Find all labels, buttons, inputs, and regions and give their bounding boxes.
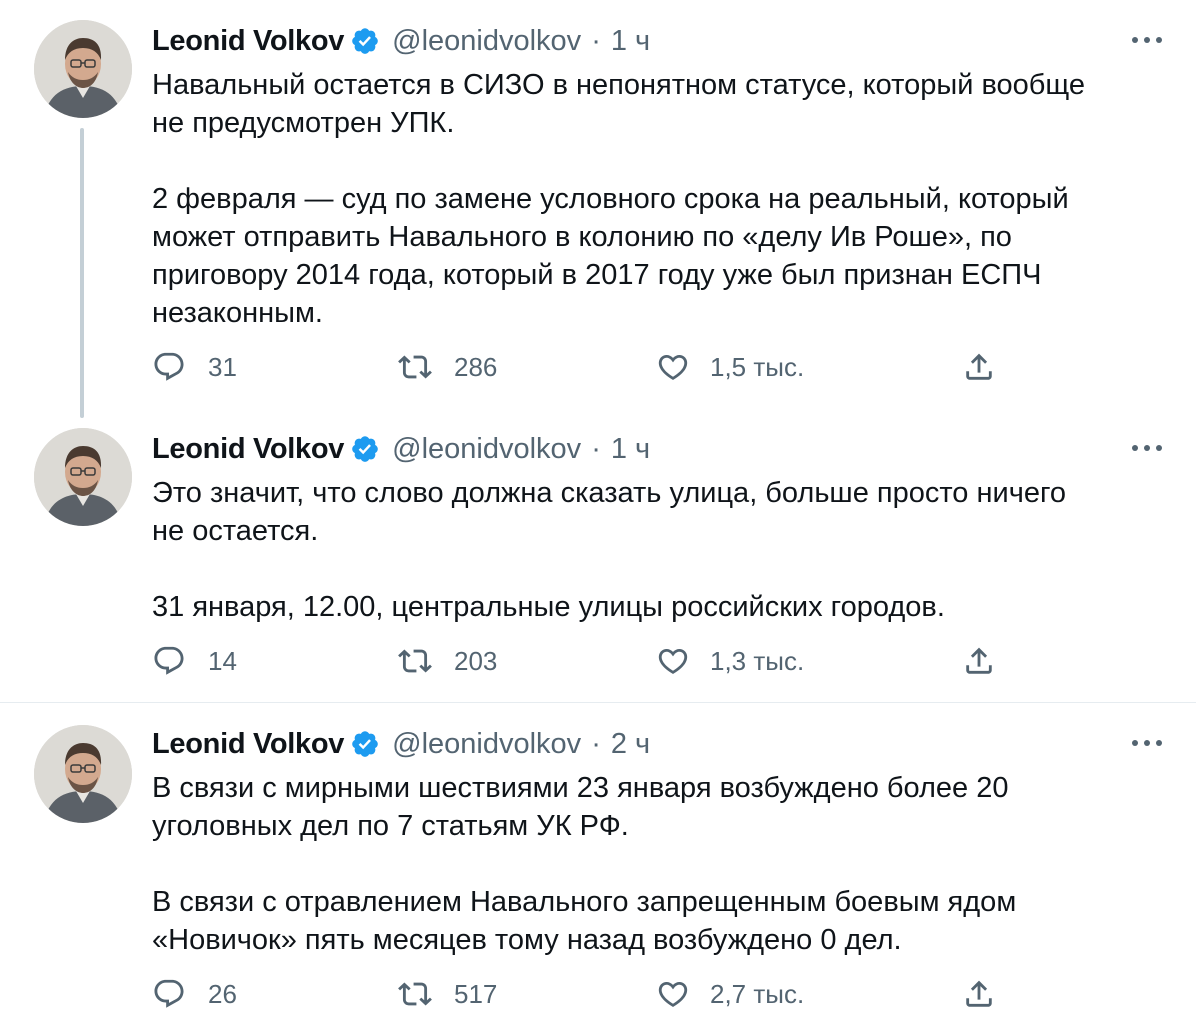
- author-handle[interactable]: @leonidvolkov: [392, 728, 581, 761]
- author-name[interactable]: Leonid Volkov: [152, 433, 344, 466]
- share-button[interactable]: [962, 977, 996, 1011]
- like-count: 1,5 тыс.: [710, 351, 805, 382]
- tweet-actions: 26 517 2,7 тыс.: [152, 977, 1012, 1017]
- separator-dot: ·: [591, 432, 601, 465]
- retweet-count: 286: [454, 351, 498, 382]
- like-count: 2,7 тыс.: [710, 978, 805, 1009]
- timestamp[interactable]: 1 ч: [611, 433, 650, 466]
- like-button[interactable]: 1,3 тыс.: [656, 644, 804, 678]
- retweet-count: 517: [454, 978, 498, 1009]
- like-button[interactable]: 1,5 тыс.: [656, 350, 804, 384]
- reply-count: 31: [208, 351, 237, 382]
- more-icon[interactable]: [1132, 34, 1162, 46]
- avatar-photo: [34, 428, 132, 526]
- share-button[interactable]: [962, 350, 996, 384]
- like-icon: [658, 981, 688, 1007]
- reply-button[interactable]: 14: [152, 644, 237, 678]
- author-handle[interactable]: @leonidvolkov: [392, 433, 581, 466]
- retweet-icon: [398, 355, 432, 379]
- retweet-button[interactable]: 286: [398, 350, 497, 384]
- retweet-icon: [398, 649, 432, 673]
- reply-icon: [154, 646, 184, 675]
- retweet-button[interactable]: 203: [398, 644, 497, 678]
- separator-dot: ·: [591, 727, 601, 760]
- tweet-text: Это значит, что слово должна сказать ули…: [152, 477, 1067, 623]
- avatar-photo: [34, 725, 132, 823]
- retweet-count: 203: [454, 645, 498, 676]
- like-icon: [658, 354, 688, 380]
- author-name[interactable]: Leonid Volkov: [152, 728, 344, 761]
- tweet-text: Навальный остается в СИЗО в непонятном с…: [152, 69, 1086, 329]
- timestamp[interactable]: 2 ч: [611, 728, 650, 761]
- share-icon: [966, 647, 992, 674]
- tweet-actions: 14 203 1,3 тыс.: [152, 644, 1012, 684]
- reply-icon: [154, 352, 184, 381]
- separator-dot: ·: [591, 24, 601, 57]
- tweet-2[interactable]: Leonid Volkov @leonidvolkov · 1 ч Это зн…: [0, 410, 1196, 702]
- retweet-icon: [398, 982, 432, 1006]
- tweet-3[interactable]: Leonid Volkov @leonidvolkov · 2 ч В связ…: [0, 703, 1196, 1032]
- avatar[interactable]: [34, 725, 132, 823]
- avatar-photo: [34, 20, 132, 118]
- author-name[interactable]: Leonid Volkov: [152, 25, 344, 58]
- retweet-button[interactable]: 517: [398, 977, 497, 1011]
- tweet-1[interactable]: Leonid Volkov @leonidvolkov · 1 ч Наваль…: [0, 0, 1196, 410]
- tweet-text: В связи с мирными шествиями 23 января во…: [152, 772, 1017, 956]
- avatar[interactable]: [34, 428, 132, 526]
- reply-count: 26: [208, 978, 237, 1009]
- verified-badge-icon: [350, 729, 380, 759]
- verified-badge-icon: [350, 26, 380, 56]
- share-icon: [966, 980, 992, 1007]
- author-handle[interactable]: @leonidvolkov: [392, 25, 581, 58]
- timestamp[interactable]: 1 ч: [611, 25, 650, 58]
- like-icon: [658, 648, 688, 674]
- reply-button[interactable]: 26: [152, 977, 237, 1011]
- share-icon: [966, 353, 992, 380]
- verified-badge-icon: [350, 434, 380, 464]
- like-count: 1,3 тыс.: [710, 645, 805, 676]
- share-button[interactable]: [962, 644, 996, 678]
- more-icon[interactable]: [1132, 737, 1162, 749]
- like-button[interactable]: 2,7 тыс.: [656, 977, 804, 1011]
- reply-icon: [154, 979, 184, 1008]
- more-icon[interactable]: [1132, 442, 1162, 454]
- reply-count: 14: [208, 645, 237, 676]
- reply-button[interactable]: 31: [152, 350, 237, 384]
- tweet-actions: 31 286 1,5 тыс.: [152, 350, 1012, 390]
- avatar[interactable]: [34, 20, 132, 118]
